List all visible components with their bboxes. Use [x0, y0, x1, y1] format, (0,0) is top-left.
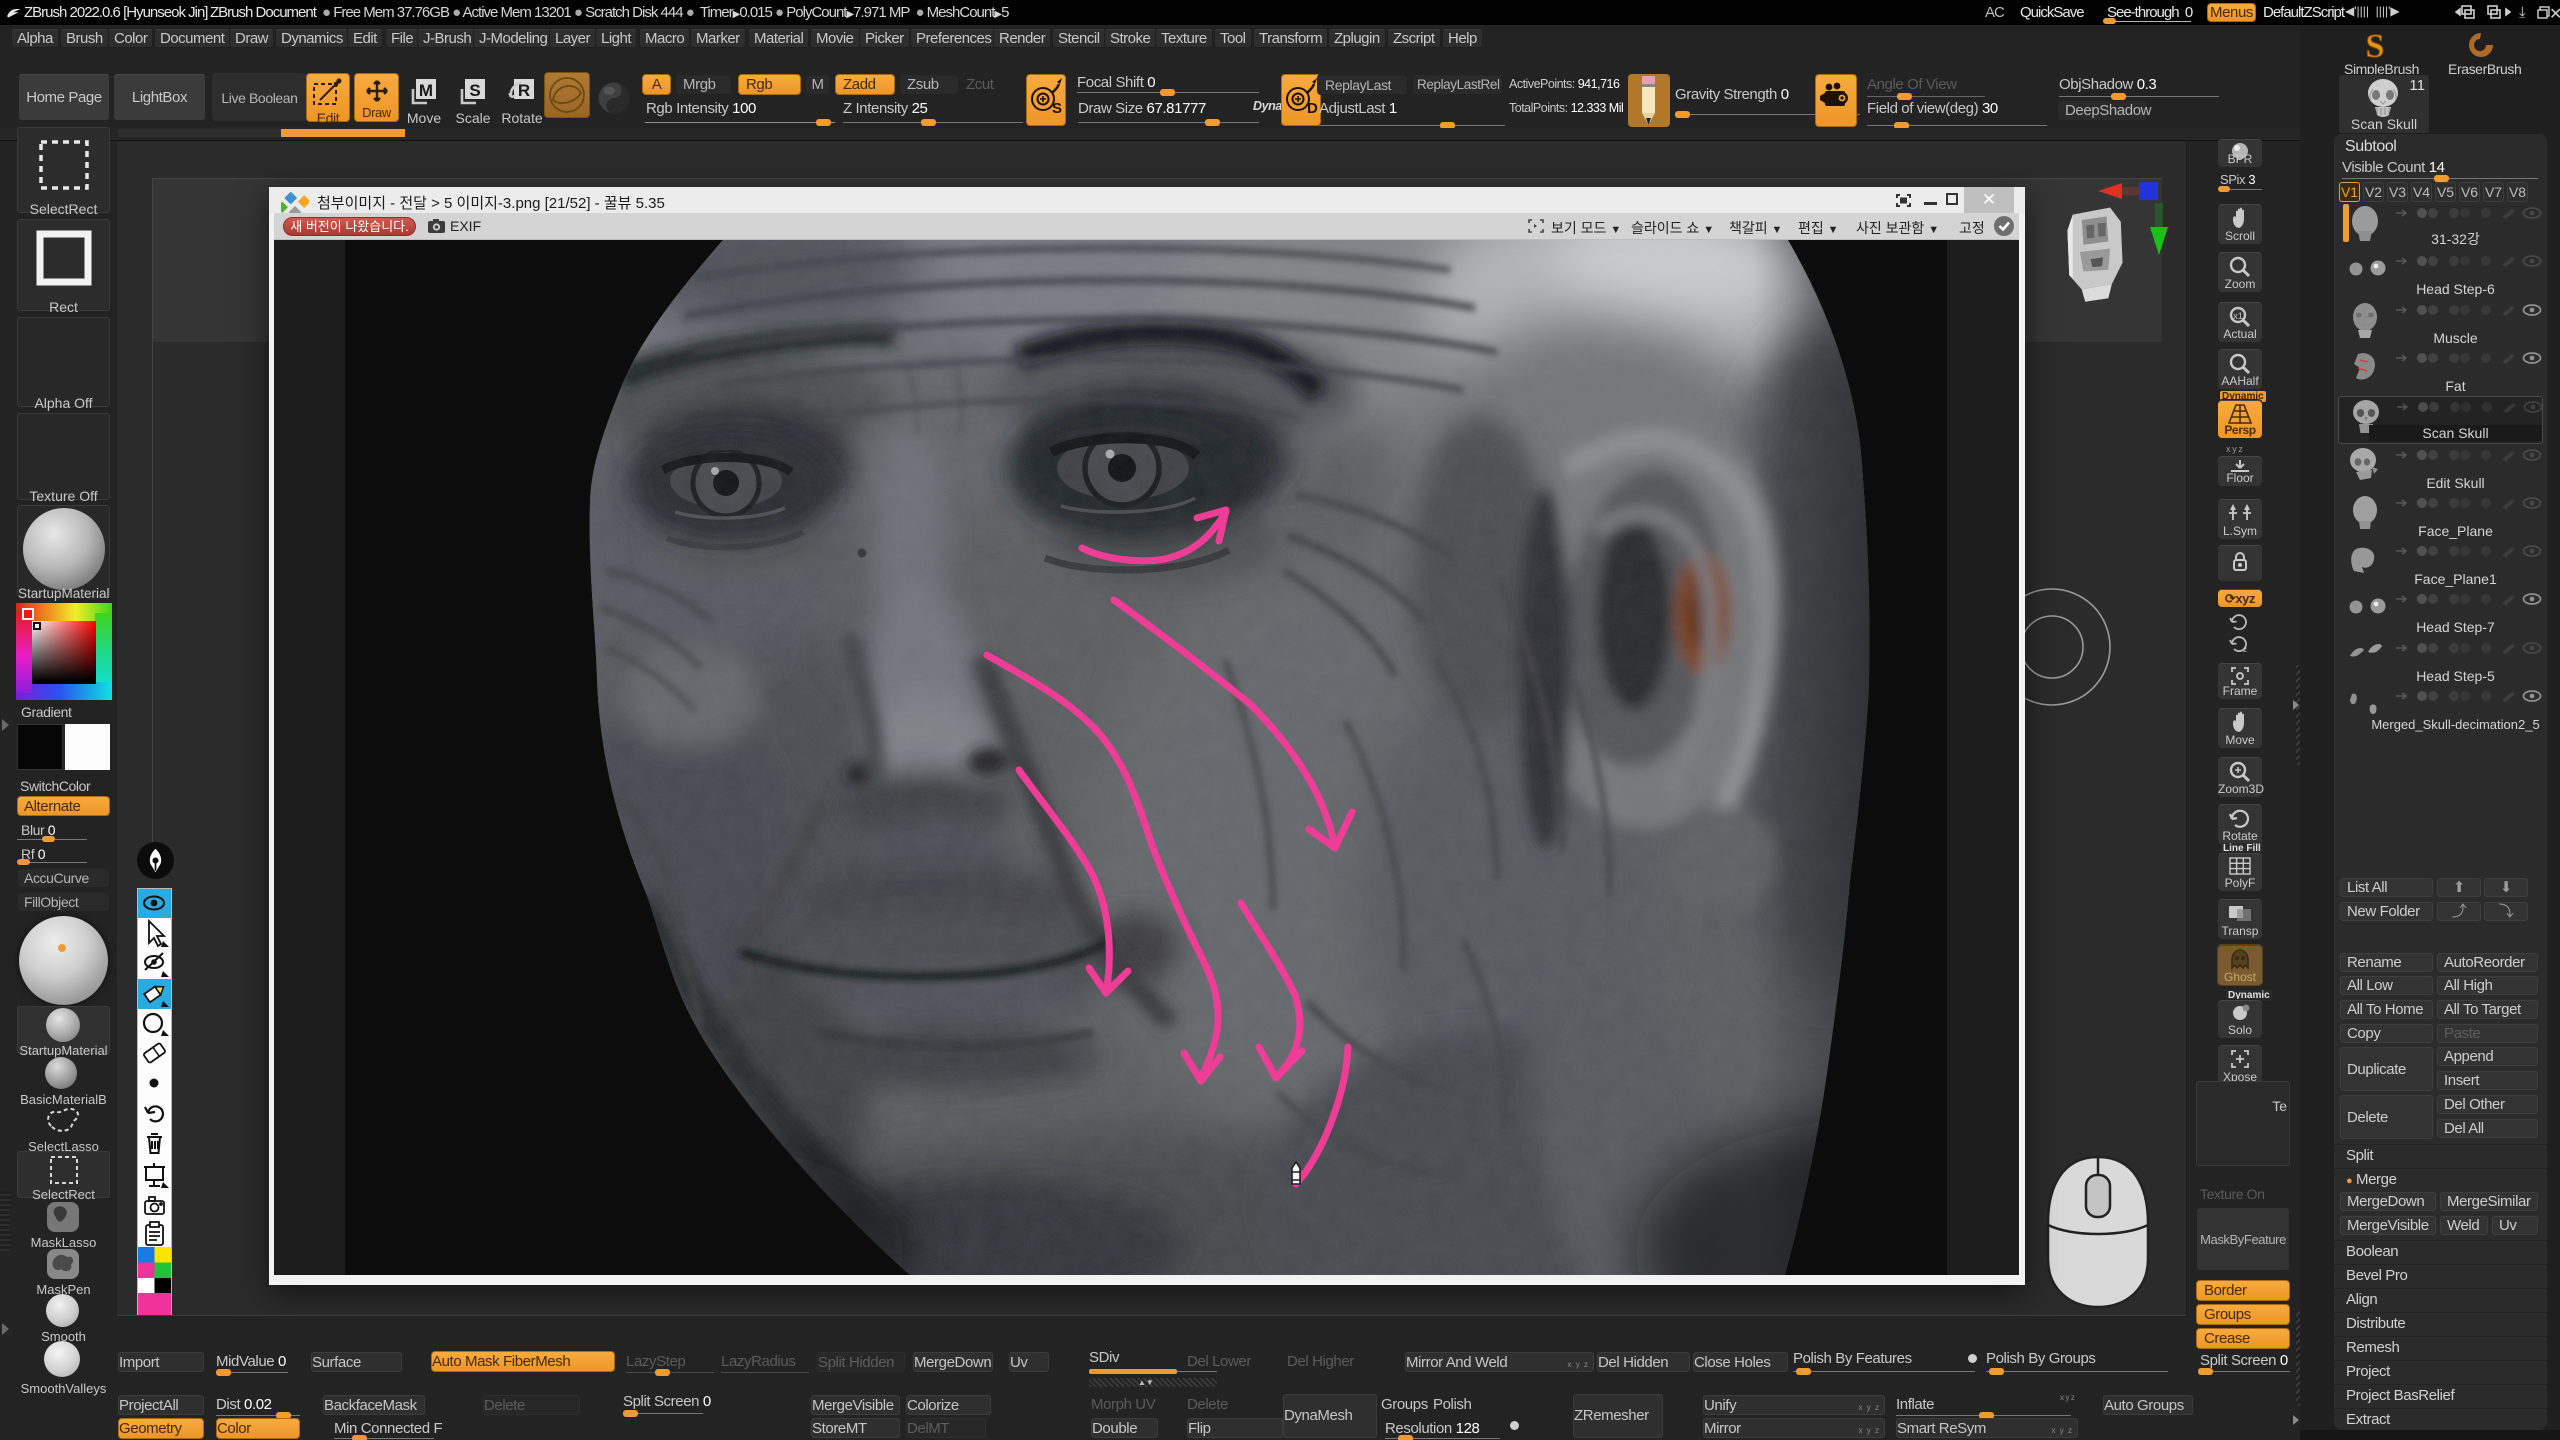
svg-text:S: S: [469, 81, 480, 100]
svg-text:M: M: [419, 81, 433, 100]
svg-text:S: S: [1052, 100, 1062, 117]
svg-text:S: S: [2366, 29, 2385, 63]
svg-text:D: D: [1307, 100, 1318, 117]
svg-text:z: z: [2243, 645, 2247, 654]
svg-text:x1: x1: [2233, 311, 2243, 321]
